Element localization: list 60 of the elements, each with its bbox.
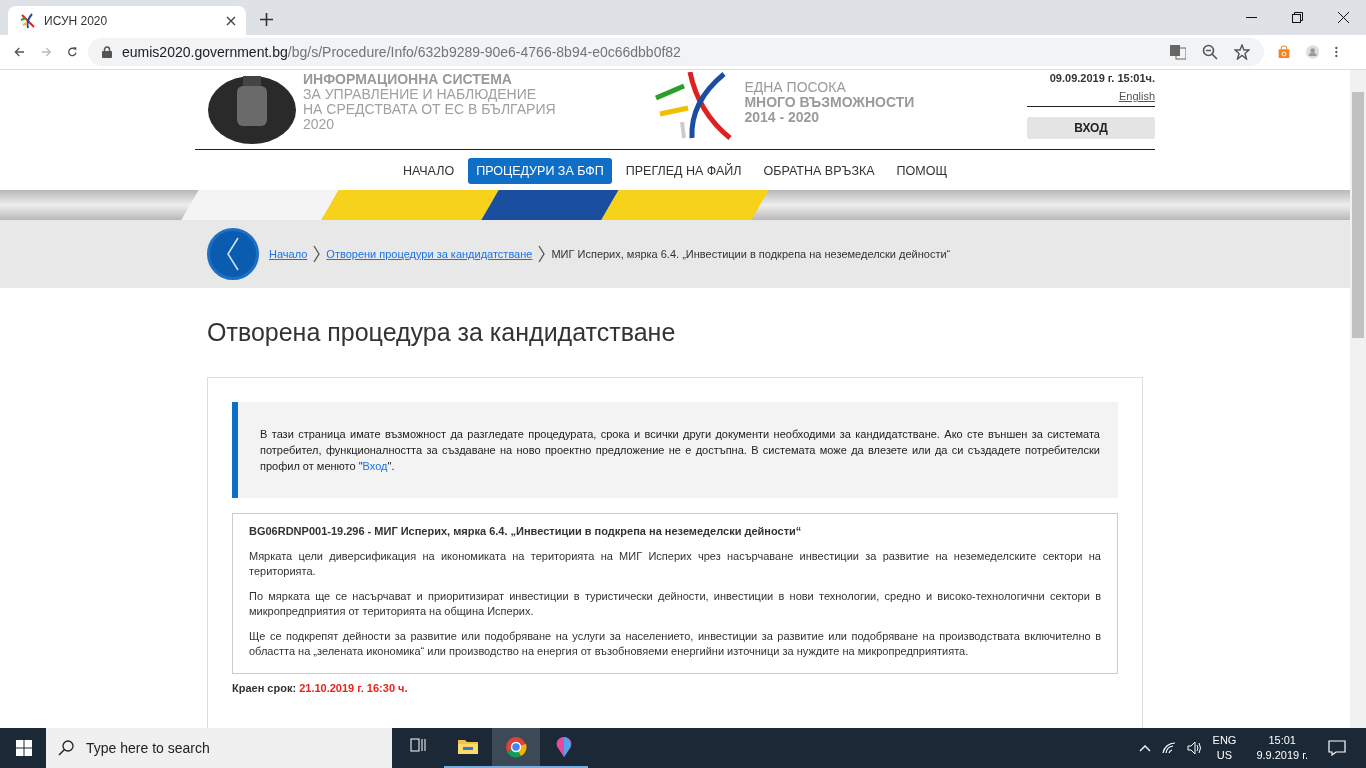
procedure-description: Ще се подкрепят дейности за развитие или подобряване на услуги за населението, инвестиции за развитие или подобряване на производствата включително в областта на „зелената икономика“ или производство на енергия от възобновяеми енергийни източници за нуждите на микропредприятията. (249, 629, 1101, 659)
breadcrumb-link[interactable]: Начало (269, 248, 308, 260)
system-name-line: ЗА УПРАВЛЕНИЕ И НАБЛЮДЕНИЕ (303, 87, 538, 102)
speaker-icon[interactable] (1186, 741, 1203, 755)
shopping-bag-icon[interactable] (1278, 43, 1290, 61)
zoom-out-icon[interactable] (1202, 44, 1218, 60)
notification-icon[interactable] (1328, 740, 1346, 756)
taskbar-app-button[interactable] (492, 728, 540, 768)
browser-tab[interactable]: ИСУН 2020 (8, 6, 246, 35)
slogan-line: ЕДНА ПОСОКА (744, 80, 847, 95)
back-button[interactable] (207, 228, 259, 280)
nav-item[interactable]: ПРОЦЕДУРИ ЗА БФП (468, 158, 612, 184)
logo-icon (20, 12, 36, 29)
deadline-value: 21.10.2019 г. 16:30 ч. (299, 682, 408, 694)
close-icon[interactable] (226, 15, 236, 26)
chevron-up-icon[interactable] (1138, 744, 1151, 752)
breadcrumb-link[interactable]: Отворени процедури за кандидатстване (326, 248, 533, 260)
input-language[interactable]: ENG (1212, 733, 1237, 748)
language-link[interactable]: English (1027, 90, 1155, 107)
clock-date[interactable]: 9.9.2019 г. (1256, 748, 1308, 763)
login-button[interactable]: ВХОД (1027, 117, 1155, 139)
input-region[interactable]: US (1216, 748, 1233, 763)
address-field[interactable]: eumis2020.government.bg/bg/s/Procedure/Info/632b9289-90e6-4766-8b94-e0c66dbb0f82 (88, 38, 1264, 66)
nav-item[interactable]: НАЧАЛО (394, 158, 463, 184)
chrome-icon (505, 736, 527, 758)
clock-time[interactable]: 15:01 (1268, 733, 1296, 748)
star-icon[interactable] (1234, 44, 1250, 60)
slogan-line: МНОГО ВЪЗМОЖНОСТИ (744, 95, 915, 110)
nav-item[interactable]: ПОМОЩ (888, 158, 956, 184)
restore-icon[interactable] (1292, 12, 1303, 23)
menu-icon[interactable] (1335, 44, 1338, 60)
tab-title: ИСУН 2020 (44, 13, 109, 28)
system-name-line: 2020 (303, 117, 335, 132)
login-link[interactable]: Вход (362, 460, 388, 472)
scrollbar[interactable] (1350, 70, 1366, 728)
new-tab-icon[interactable] (260, 13, 273, 26)
page-title: Отворена процедура за кандидатстване (207, 318, 677, 347)
breadcrumb-current: МИГ Исперих, мярка 6.4. „Инвестиции в подкрепа на неземеделски дейности“ (551, 248, 951, 260)
procedure-description: По мярката ще се насърчават и приоритизират инвестиции в туристически дейности, инвестиции в нови технологии, средно и високо-технологични сектори в микропредприятия от територията на община Исперих. (249, 589, 1101, 619)
info-notice: В тази страница имате възможност да разгледате процедурата, срока и всички други документи необходими за кандидатстване. Ако сте външен за системата потребител, функционалността за създаване на ново проектно предложение не е достъпна. В системата може да влезете или да си създадете потребителски профил от менюто "Вход". (232, 402, 1118, 498)
nav-item[interactable]: ПРЕГЛЕД НА ФАЙЛ (617, 158, 750, 184)
close-icon[interactable] (1338, 12, 1349, 23)
date-time: 09.09.2019 г. 15:01ч. (1049, 72, 1155, 84)
procedure-title: BG06RDNP001-19.296 - МИГ Исперих, мярка 6.4. „Инвестиции в подкрепа на неземеделски дейности“ (249, 524, 803, 539)
wifi-icon[interactable] (1160, 741, 1177, 755)
deadline-label: Краен срок: (232, 682, 297, 694)
lock-icon (102, 46, 112, 58)
chevron-right-icon (538, 245, 546, 263)
slogan-line: 2014 - 2020 (744, 110, 821, 125)
system-name-line: НА СРЕДСТВАТА ОТ ЕС В БЪЛГАРИЯ (303, 102, 556, 117)
search-icon (58, 740, 74, 756)
translate-icon[interactable] (1170, 44, 1186, 60)
nav-item[interactable]: ОБРАТНА ВРЪЗКА (755, 158, 883, 184)
avatar-icon[interactable] (1306, 42, 1320, 62)
windows-start-icon[interactable] (16, 740, 32, 756)
system-name-line: ИНФОРМАЦИОННА СИСТЕМА (303, 72, 513, 87)
chevron-right-icon (313, 245, 321, 263)
chevron-left-icon (226, 237, 240, 271)
taskbar-search-field[interactable]: Type here to search (46, 728, 392, 768)
procedure-description: Мярката цели диверсификация на икономиката на територията на МИГ Исперих чрез насърчаване инвестиции за развитие на неземеделските сектори на територията. (249, 549, 1101, 579)
